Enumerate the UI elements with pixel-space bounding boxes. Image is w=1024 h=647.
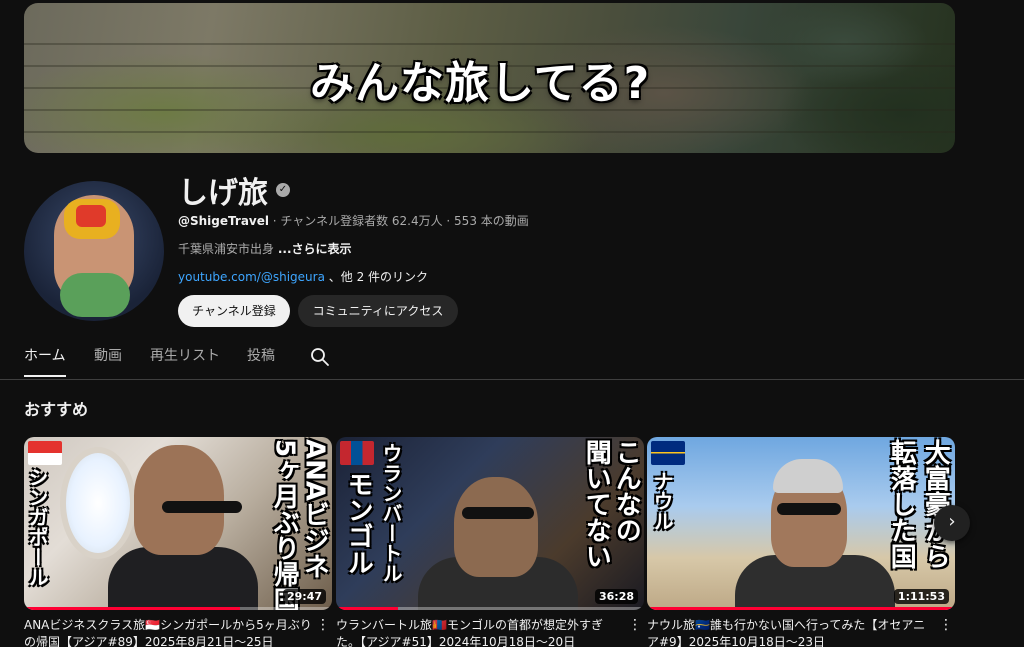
thumbnail-text: 聞いてない [581, 439, 612, 569]
thumbnail-text: 5ヶ月ぶり帰国 [269, 439, 300, 610]
video-title[interactable]: ナウル旅🇳🇷誰も行かない国へ行ってみた【オセアニア#9】2025年10月18日〜… [647, 617, 937, 647]
video-thumbnail[interactable]: ウランバートル モンゴル こんなの 聞いてない 36:28 [336, 437, 644, 610]
thumbnail-text: ANAビジネ [299, 439, 330, 580]
channel-handle: @ShigeTravel [178, 214, 269, 228]
video-duration: 29:47 [282, 589, 326, 604]
verified-check-icon: ✓ [276, 183, 290, 197]
community-button[interactable]: コミュニティにアクセス [298, 295, 458, 327]
channel-description: 千葉県浦安市出身 ...さらに表示 [178, 240, 352, 257]
tab-active-indicator [24, 375, 66, 377]
mongolia-flag-icon [340, 441, 374, 465]
chevron-right-icon: › [948, 511, 956, 532]
channel-links: youtube.com/@shigeura 、他 2 件のリンク [178, 268, 428, 285]
channel-name: しげ旅 [178, 176, 268, 211]
channel-page: みんな旅してる? しげ旅 ✓ @ShigeTravel · チャンネル登録者数 … [0, 0, 1024, 647]
video-thumbnail[interactable]: ナウル 大富豪から 転落した国 1:11:53 [647, 437, 955, 610]
carousel-next-button[interactable]: › [934, 505, 970, 541]
thumbnail-text: 大富豪から [920, 439, 951, 569]
video-duration: 1:11:53 [893, 589, 949, 604]
thumbnail-text: シンガポール [25, 467, 49, 587]
more-vert-icon[interactable]: ⋮ [939, 617, 953, 635]
airplane-window [60, 447, 136, 559]
show-more-link[interactable]: ...さらに表示 [278, 242, 352, 256]
description-text: 千葉県浦安市出身 [178, 242, 278, 256]
channel-meta: @ShigeTravel · チャンネル登録者数 62.4万人 · 553 本の… [178, 212, 529, 229]
nauru-flag-icon [651, 441, 685, 465]
watch-progress-bar [647, 607, 955, 610]
thumbnail-text: こんなの [611, 439, 642, 543]
thumbnail-text: ナウル [650, 471, 674, 531]
video-card[interactable]: ウランバートル モンゴル こんなの 聞いてない 36:28 ウランバートル旅🇲🇳… [336, 437, 644, 647]
channel-banner: みんな旅してる? [24, 3, 955, 153]
video-title[interactable]: ANAビジネスクラス旅🇸🇬シンガポールから5ヶ月ぶりの帰国【アジア#89】202… [24, 617, 314, 647]
more-vert-icon[interactable]: ⋮ [316, 617, 330, 635]
video-thumbnail[interactable]: シンガポール ANAビジネ 5ヶ月ぶり帰国 29:47 [24, 437, 332, 610]
video-duration: 36:28 [594, 589, 638, 604]
tab-videos[interactable]: 動画 [94, 345, 122, 378]
tab-playlists[interactable]: 再生リスト [150, 345, 220, 378]
thumbnail-text: ウランバートル [379, 443, 403, 583]
watch-progress-bar [336, 607, 398, 610]
channel-avatar[interactable] [24, 181, 164, 321]
thumbnail-text: モンゴル [343, 471, 374, 575]
search-icon[interactable] [310, 347, 330, 367]
channel-link[interactable]: youtube.com/@shigeura [178, 270, 325, 284]
tabs-divider [0, 379, 1024, 380]
tab-home[interactable]: ホーム [24, 345, 66, 378]
more-vert-icon[interactable]: ⋮ [628, 617, 642, 635]
singapore-flag-icon [28, 441, 62, 465]
channel-stats: · チャンネル登録者数 62.4万人 · 553 本の動画 [268, 214, 529, 228]
section-title: おすすめ [24, 400, 89, 419]
banner-title: みんな旅してる? [310, 58, 651, 109]
tab-home-label: ホーム [24, 348, 66, 364]
subscribe-button[interactable]: チャンネル登録 [178, 295, 290, 327]
watch-progress-bar [24, 607, 240, 610]
tab-posts[interactable]: 投稿 [247, 345, 275, 378]
video-card[interactable]: ナウル 大富豪から 転落した国 1:11:53 ナウル旅🇳🇷誰も行かない国へ行っ… [647, 437, 955, 647]
video-card[interactable]: シンガポール ANAビジネ 5ヶ月ぶり帰国 29:47 ANAビジネスクラス旅🇸… [24, 437, 332, 647]
thumbnail-text: 転落した国 [886, 439, 917, 569]
video-title[interactable]: ウランバートル旅🇲🇳モンゴルの首都が想定外すぎた。【アジア#51】2024年10… [336, 617, 626, 647]
more-links-link[interactable]: 、他 2 件のリンク [325, 270, 428, 284]
